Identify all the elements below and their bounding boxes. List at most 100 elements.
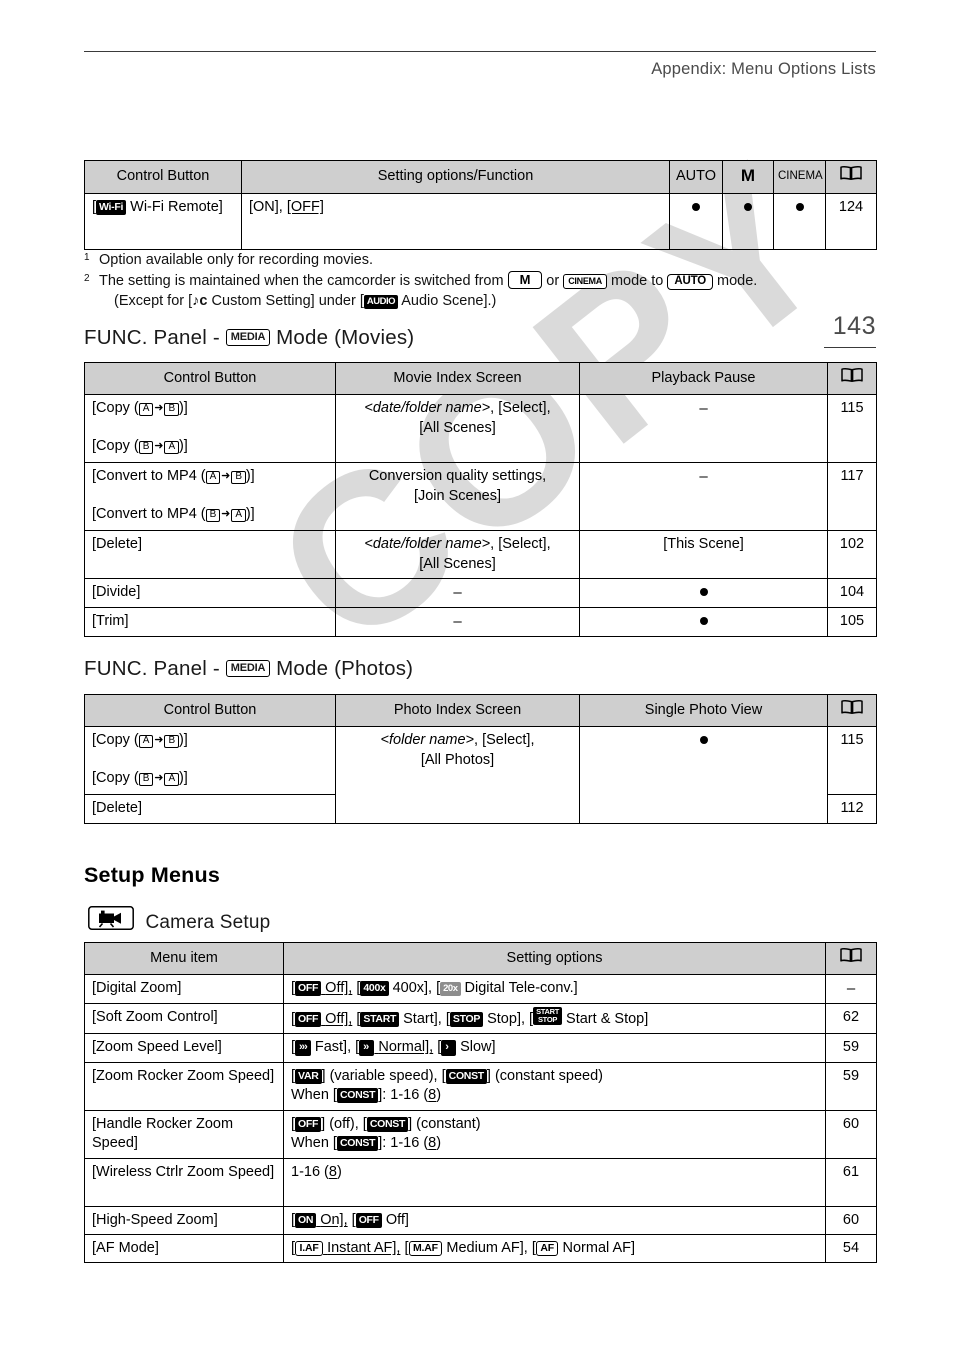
- page-number: 143: [832, 312, 876, 340]
- table-row: [Divide] – 104: [84, 577, 877, 608]
- table-row: [AF Mode] [I.AF Instant AF], [M.AF Mediu…: [84, 1233, 877, 1264]
- memory-a-icon: A: [205, 471, 221, 485]
- col-control-button: Control Button: [84, 693, 336, 728]
- control-line-2: [Convert to MP4 (B ➜ A)]: [92, 505, 328, 524]
- range-label: ]: 1-16 (: [378, 1134, 429, 1151]
- cell-manual: [722, 192, 774, 250]
- memory-b-icon: B: [164, 735, 179, 749]
- start-stop-badge-icon: START STOP: [533, 1007, 563, 1025]
- cell-setting-options: [ON], [OFF]: [241, 192, 670, 250]
- cell-menu-item: [High-Speed Zoom]: [84, 1205, 284, 1235]
- range-label: ]: 1-16 (: [378, 1086, 429, 1103]
- cell-setting-options: [OFF Off], [START Start], [STOP Stop], […: [283, 1003, 826, 1035]
- table-row: [Trim] – 105: [84, 606, 877, 637]
- table-row: [Convert to MP4 (A ➜ B)] [Convert to MP4 (…: [84, 462, 877, 532]
- table-row: [High-Speed Zoom] [ON On], [OFF Off] 60: [84, 1205, 877, 1235]
- bracket-close: )]: [178, 769, 188, 786]
- col-page-ref: [827, 693, 877, 728]
- music-note-icon: ♪ᴄ: [192, 293, 208, 310]
- cell-control-button: [Delete]: [84, 794, 336, 824]
- control-line-2: [Copy (B ➜ A)]: [92, 437, 328, 456]
- placeholder-folder-name: <folder name>: [380, 732, 475, 749]
- camcorder-icon: [88, 906, 134, 936]
- medium-af-badge-icon: M.AF: [408, 1240, 443, 1256]
- setting-off-default: [OFF]: [286, 198, 324, 215]
- bullet-dot: [699, 736, 708, 745]
- book-icon: [841, 367, 863, 389]
- col-cinema: CINEMA: [773, 160, 826, 194]
- label-copy: [Copy (: [92, 732, 139, 749]
- control-label: Wi-Fi Remote]: [130, 198, 223, 215]
- footnote-1-text: Option available only for recording movi…: [99, 252, 374, 268]
- normal-af-badge-icon: AF: [535, 1240, 559, 1256]
- index-options: Conversion quality settings,: [368, 468, 547, 485]
- label-copy: [Copy (: [92, 400, 139, 417]
- normal-arrows-icon: »: [359, 1039, 375, 1057]
- table-row: [Handle Rocker Zoom Speed] [OFF] (off), …: [84, 1109, 877, 1159]
- table-header-row: Control Button Movie Index Screen Playba…: [84, 361, 877, 396]
- index-options-line2: [Join Scenes]: [413, 487, 502, 504]
- options-line-2: When [CONST]: 1-16 (8): [291, 1134, 818, 1153]
- cell-menu-item: [Wireless Ctrlr Zoom Speed]: [84, 1157, 284, 1207]
- col-playback-pause: Playback Pause: [579, 361, 828, 396]
- mode-badge-cinema: CINEMA: [563, 274, 607, 289]
- cell-page-ref: 115: [827, 726, 877, 796]
- movies-heading-pre: FUNC. Panel -: [84, 326, 226, 349]
- cell-page-ref: 60: [825, 1109, 877, 1159]
- footnote-2-l2-c: Audio Scene].): [401, 293, 497, 310]
- placeholder-date-folder-name: <date/folder name>: [364, 400, 491, 417]
- book-icon: [840, 947, 862, 969]
- cell-page-ref: 102: [827, 530, 877, 579]
- cell-playback-pause: [579, 606, 828, 637]
- off-badge-icon: OFF: [355, 1212, 382, 1228]
- label-convert-mp4: [Convert to MP4 (: [92, 468, 206, 485]
- photos-heading-post: Mode (Photos): [270, 657, 414, 680]
- col-manual: M: [722, 160, 774, 194]
- col-page-ref: [825, 941, 877, 976]
- cell-menu-item: [Handle Rocker Zoom Speed]: [84, 1109, 284, 1159]
- cell-movie-index-screen: –: [335, 606, 580, 637]
- option-label-constant: ] (constant): [408, 1115, 481, 1132]
- camera-setup-table: Menu item Setting options [Digital Zoom]…: [84, 941, 877, 1264]
- bullet-dot: [692, 202, 700, 211]
- options-line-1: [OFF] (off), [CONST] (constant): [291, 1115, 818, 1134]
- option-label-constant-speed: ] (constant speed): [486, 1067, 603, 1084]
- cell-playback-pause: –: [579, 462, 828, 532]
- footnote-2-or: or: [546, 272, 560, 289]
- header-divider: [84, 51, 876, 52]
- off-badge-icon: OFF: [295, 1116, 322, 1132]
- table-row: [Zoom Speed Level] [»› Fast], [» Normal]…: [84, 1033, 877, 1063]
- wifi-badge-icon: Wi-Fi: [96, 199, 127, 215]
- cell-photo-index-screen: <folder name>, [Select], [All Photos]: [335, 726, 580, 824]
- option-label-normal: Normal],: [378, 1039, 434, 1056]
- off-badge-icon: OFF: [295, 981, 322, 997]
- cell-movie-index-screen: –: [335, 577, 580, 608]
- page-header-title: Appendix: Menu Options Lists: [651, 60, 876, 78]
- book-icon: [840, 165, 862, 187]
- paren-close: ): [436, 1086, 442, 1103]
- table-row: [Copy (A ➜ B)] [Copy (B ➜ A)] <folder name>,…: [84, 726, 877, 824]
- control-line-1: [Copy (A ➜ B)]: [92, 731, 328, 750]
- option-sep: [: [404, 1239, 409, 1256]
- cell-page-ref: 54: [825, 1233, 877, 1264]
- footnote-2-l2-b: Custom Setting] under [: [211, 293, 364, 310]
- cell-page-ref: 61: [825, 1157, 877, 1207]
- option-label-start: Start],: [403, 1011, 442, 1028]
- options-line-2: When [CONST]: 1-16 (8): [291, 1086, 818, 1105]
- default-option-instant-af: [I.AF Instant AF],: [291, 1239, 401, 1256]
- option-label-instant-af: Instant AF],: [327, 1239, 401, 1256]
- footnote-2: 2 The setting is maintained when the cam…: [84, 270, 884, 312]
- footnote-2-text-c: mode.: [717, 272, 758, 289]
- option-label-medium-af: Medium AF],: [446, 1239, 528, 1256]
- footnote-1-marker: 1: [84, 252, 90, 263]
- cell-menu-item: [AF Mode]: [84, 1233, 284, 1264]
- footnote-2-line2: (Except for [♪ᴄ Custom Setting] under [A…: [99, 291, 884, 312]
- cell-movie-index-screen: <date/folder name>, [Select], [All Scene…: [335, 530, 580, 579]
- arrow-right-icon: ➜: [221, 470, 231, 483]
- cell-page-ref: 60: [825, 1205, 877, 1235]
- 400x-badge-icon: 400x: [360, 981, 389, 997]
- index-options-line2: [All Photos]: [420, 751, 495, 768]
- camera-setup-heading: Camera Setup: [88, 906, 270, 938]
- default-option-on: [ON On],: [291, 1211, 348, 1228]
- media-badge-icon: MEDIA: [225, 660, 271, 678]
